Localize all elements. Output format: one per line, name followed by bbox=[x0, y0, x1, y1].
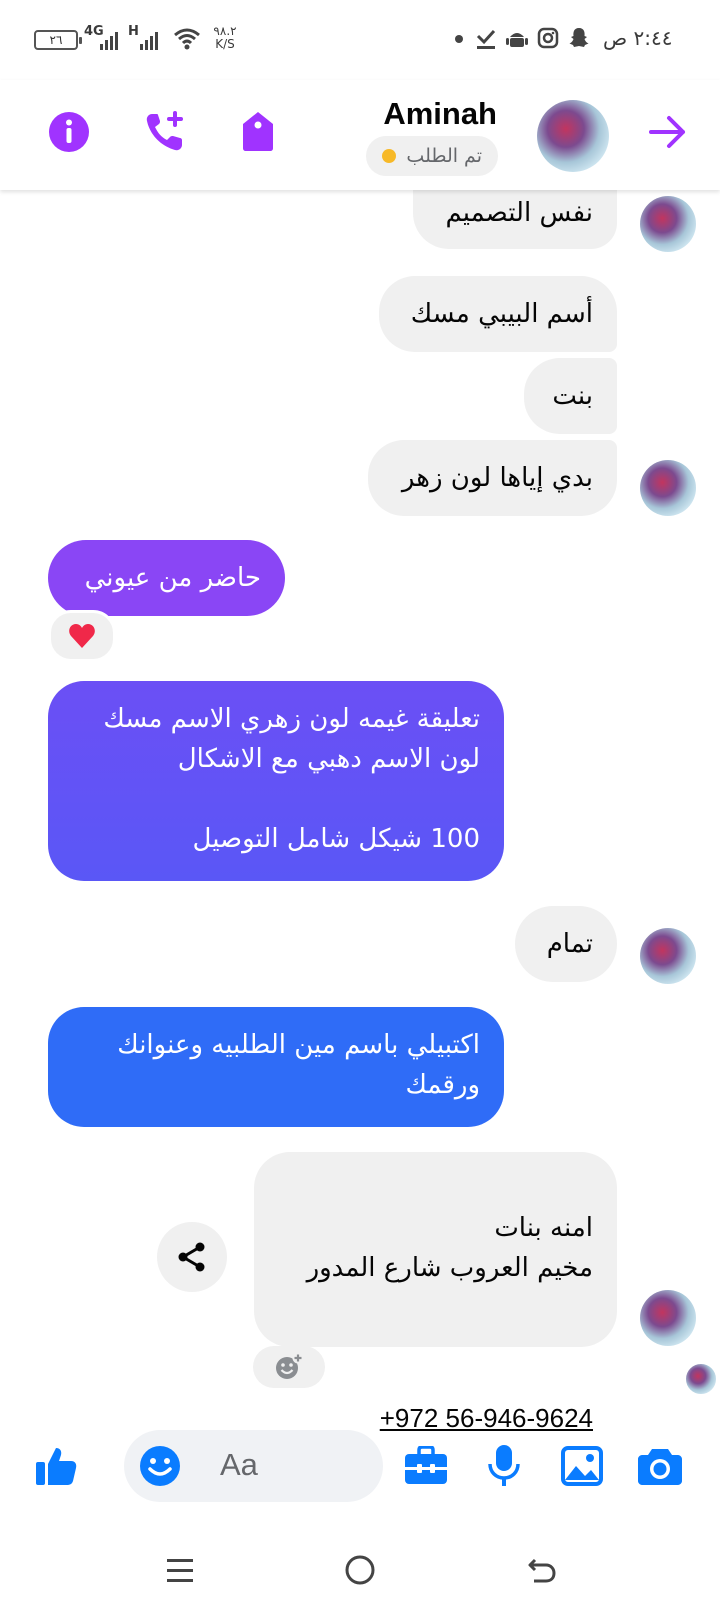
instagram-icon bbox=[537, 27, 559, 49]
message-bubble[interactable]: تعليقة غيمه لون زهري الاسم مسك لون الاسم… bbox=[48, 681, 504, 881]
info-button[interactable] bbox=[43, 106, 95, 158]
add-reaction-button[interactable] bbox=[253, 1346, 325, 1388]
add-call-button[interactable] bbox=[140, 106, 192, 158]
toolbox-button[interactable] bbox=[400, 1440, 452, 1492]
message-bubble[interactable]: اكتبيلي باسم مين الطلبيه وعنوانك ورقمك bbox=[48, 1007, 504, 1127]
like-button[interactable] bbox=[30, 1440, 82, 1492]
network-speed: ٩٨.٢ K/S bbox=[212, 25, 238, 51]
add-reaction-icon bbox=[276, 1352, 304, 1379]
message-bubble[interactable]: حاضر من عيوني bbox=[48, 540, 285, 616]
chat-header bbox=[0, 80, 720, 190]
heart-icon bbox=[69, 624, 95, 648]
share-button[interactable] bbox=[157, 1222, 227, 1292]
message-bubble[interactable]: امنه بنات مخيم العروب شارع المدور +972 5… bbox=[254, 1152, 617, 1433]
wifi-icon bbox=[174, 28, 200, 50]
network-speed-unit: K/S bbox=[215, 37, 235, 51]
home-icon bbox=[345, 1555, 375, 1585]
contact-status-badge: تم الطلب bbox=[366, 136, 498, 176]
recent-apps-button[interactable] bbox=[150, 1540, 210, 1600]
toolbox-icon bbox=[405, 1446, 447, 1484]
camera-icon bbox=[638, 1449, 682, 1485]
notification-dot-icon bbox=[455, 35, 463, 43]
gallery-button[interactable] bbox=[556, 1440, 608, 1492]
message-input-placeholder: Aa bbox=[220, 1447, 258, 1482]
info-icon bbox=[49, 112, 89, 152]
message-avatar[interactable] bbox=[640, 196, 696, 252]
contact-name[interactable]: Aminah bbox=[383, 96, 497, 132]
tag-button[interactable] bbox=[232, 106, 284, 158]
clock: ٢:٤٤ ص bbox=[603, 26, 673, 50]
emoji-icon bbox=[140, 1446, 180, 1486]
back-arrow-icon bbox=[649, 116, 685, 148]
snapchat-icon bbox=[569, 28, 589, 47]
back-icon bbox=[528, 1558, 556, 1583]
share-icon bbox=[178, 1242, 205, 1272]
voice-record-button[interactable] bbox=[478, 1440, 530, 1492]
home-button[interactable] bbox=[330, 1540, 390, 1600]
status-bar: ٢٦ 4G H ٩٨.٢ K/S ٢:٤٤ ص bbox=[0, 0, 720, 80]
tag-icon bbox=[243, 112, 273, 151]
status-dot bbox=[382, 149, 397, 163]
network-type-label-2: H bbox=[128, 24, 139, 39]
seen-receipt-avatar bbox=[684, 1362, 718, 1396]
recent-apps-icon bbox=[167, 1559, 193, 1582]
heart-reaction[interactable] bbox=[48, 610, 116, 662]
message-bubble[interactable]: تمام bbox=[515, 906, 617, 982]
like-icon bbox=[36, 1448, 77, 1485]
message-avatar[interactable] bbox=[640, 928, 696, 984]
contact-status-text: تم الطلب bbox=[406, 145, 482, 167]
message-avatar[interactable] bbox=[640, 460, 696, 516]
message-avatar[interactable] bbox=[640, 1290, 696, 1346]
message-bubble[interactable]: أسم البيبي مسك bbox=[379, 276, 617, 352]
download-done-icon bbox=[476, 29, 496, 49]
message-bubble[interactable]: بنت bbox=[524, 358, 617, 434]
signal-icon-2 bbox=[140, 30, 158, 50]
system-back-button[interactable] bbox=[512, 1540, 572, 1600]
message-text: امنه بنات مخيم العروب شارع المدور bbox=[306, 1213, 593, 1283]
message-bubble[interactable]: بدي إياها لون زهر bbox=[368, 440, 617, 516]
signal-icon bbox=[100, 30, 118, 50]
microphone-icon bbox=[488, 1445, 520, 1486]
android-icon bbox=[506, 33, 528, 47]
gallery-icon bbox=[561, 1446, 603, 1486]
add-call-icon bbox=[146, 111, 183, 151]
camera-button[interactable] bbox=[634, 1440, 686, 1492]
back-button[interactable] bbox=[642, 106, 694, 158]
battery-indicator: ٢٦ bbox=[34, 30, 82, 50]
emoji-button[interactable] bbox=[134, 1440, 186, 1492]
contact-avatar[interactable] bbox=[537, 100, 609, 172]
